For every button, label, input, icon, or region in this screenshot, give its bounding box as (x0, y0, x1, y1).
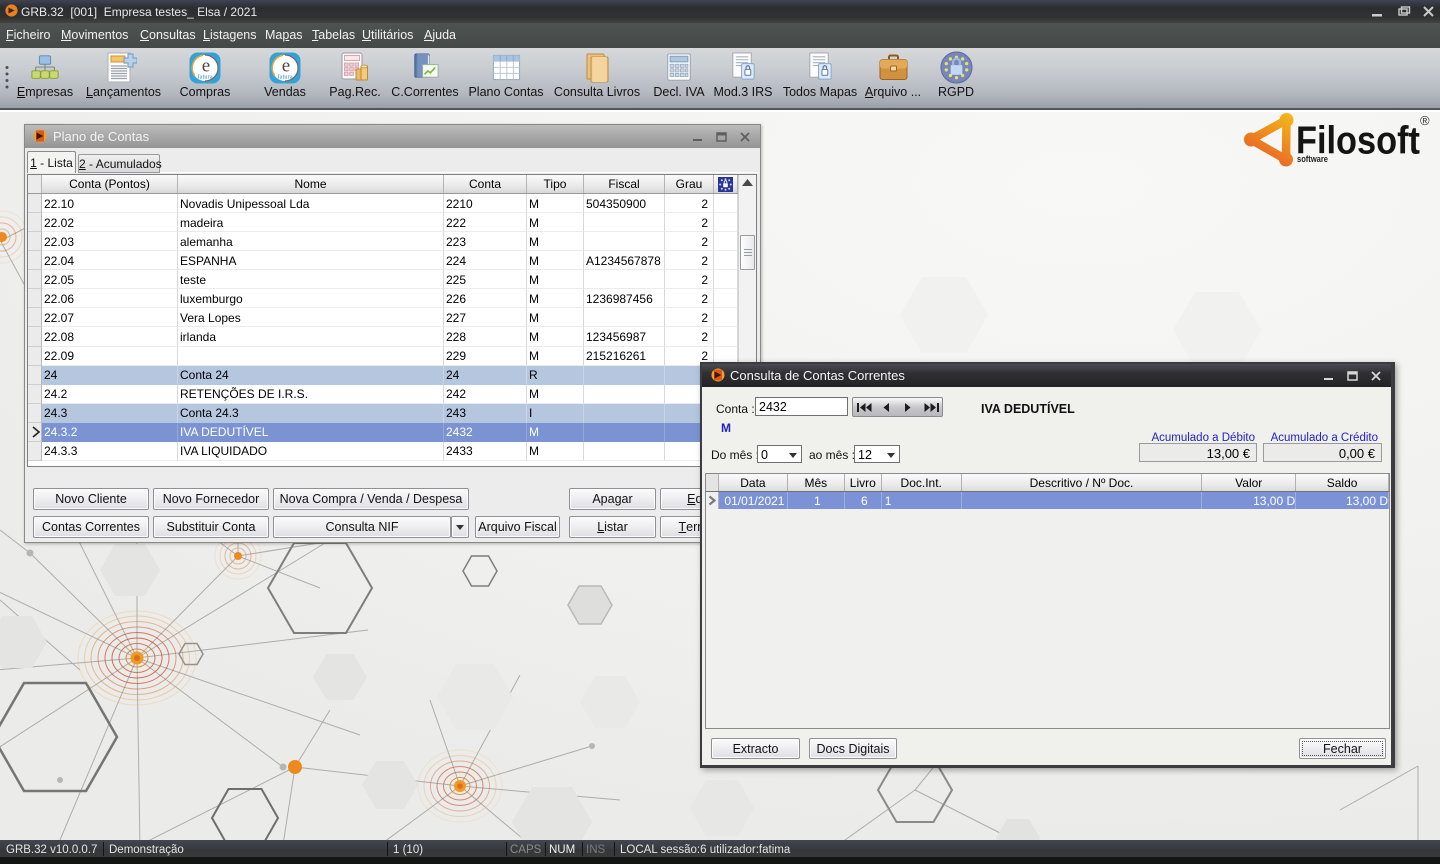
svg-text:software: software (1297, 154, 1328, 165)
svg-text:fatura: fatura (277, 73, 292, 80)
svg-text:fatura: fatura (197, 73, 212, 80)
svg-text:®: ® (1420, 113, 1430, 128)
